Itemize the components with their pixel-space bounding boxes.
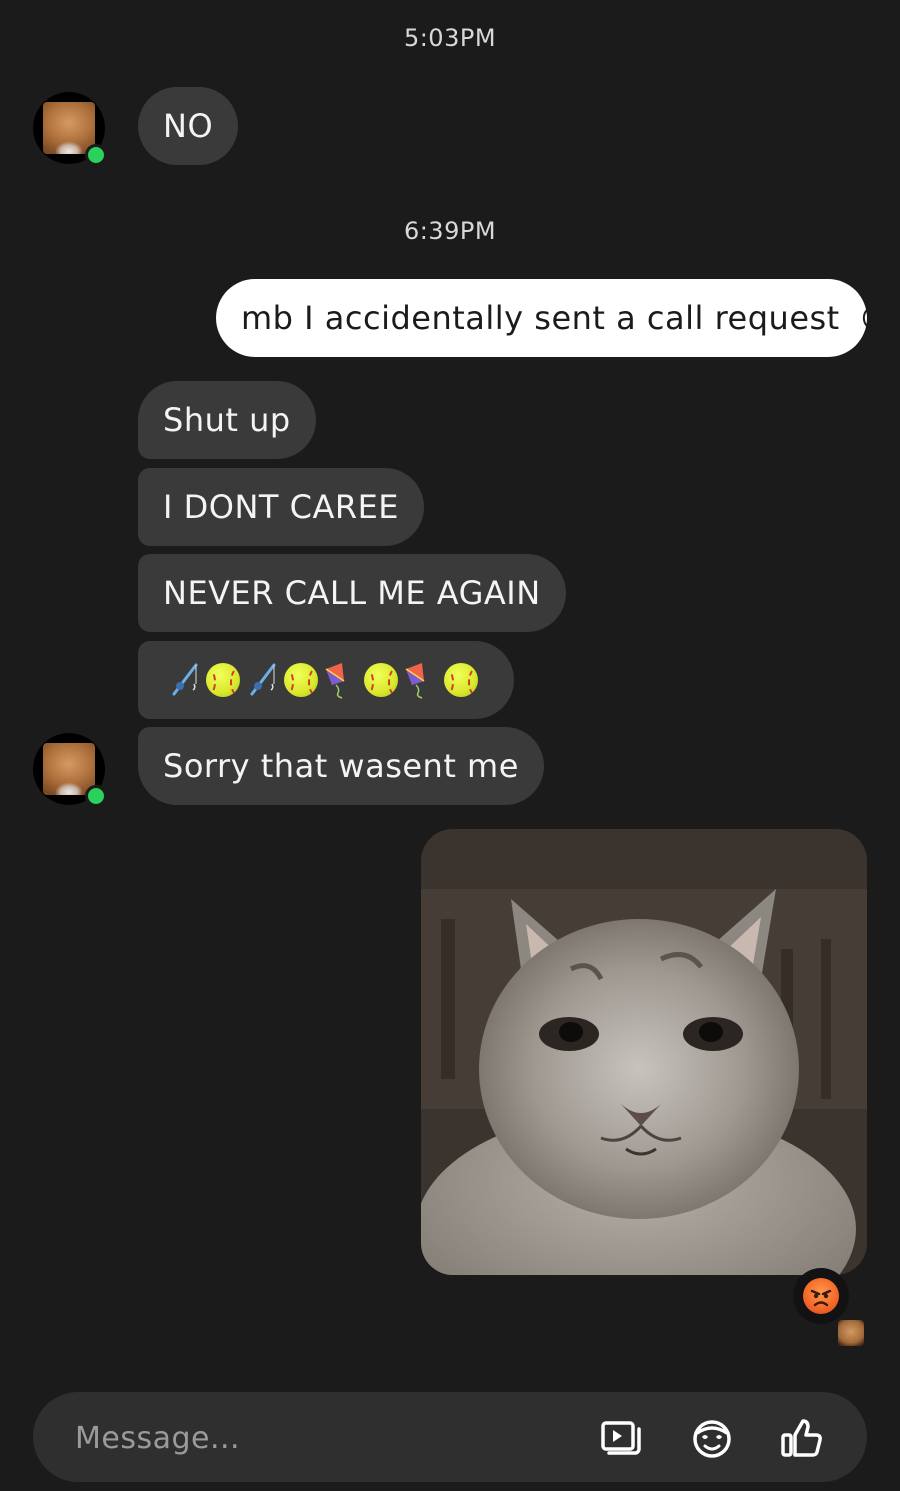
- avatar-image: [43, 743, 95, 795]
- softball-icon: [206, 663, 240, 697]
- online-status-dot: [85, 144, 107, 166]
- softball-icon: [444, 663, 478, 697]
- contact-avatar[interactable]: [33, 92, 107, 166]
- kite-icon: [405, 663, 425, 699]
- timestamp: 6:39PM: [403, 217, 497, 245]
- cat-image: [421, 829, 867, 1275]
- sticker-icon[interactable]: [689, 1415, 735, 1461]
- softball-icon: [284, 663, 318, 697]
- message-input[interactable]: [73, 1392, 577, 1484]
- message-outgoing[interactable]: mb I accidentally sent a call request 😅: [216, 279, 892, 357]
- message-composer: [33, 1392, 867, 1484]
- message-text: mb I accidentally sent a call request: [241, 299, 840, 337]
- message-incoming[interactable]: NO: [138, 87, 239, 165]
- fishing-rod-icon: [250, 663, 276, 696]
- reaction-badge[interactable]: [793, 1268, 849, 1324]
- angry-face-icon: [803, 1278, 839, 1314]
- contact-avatar[interactable]: [33, 733, 107, 807]
- fishing-rod-icon: [172, 663, 198, 696]
- message-incoming[interactable]: I DONT CAREE: [138, 468, 424, 546]
- sweat-smile-emoji: 😅: [860, 302, 893, 337]
- timestamp: 5:03PM: [403, 24, 497, 52]
- avatar-image: [43, 102, 95, 154]
- gallery-icon[interactable]: [598, 1415, 644, 1461]
- message-incoming[interactable]: Sorry that wasent me: [138, 727, 544, 805]
- softball-icon: [364, 663, 398, 697]
- message-incoming[interactable]: Shut up: [138, 381, 316, 459]
- online-status-dot: [85, 785, 107, 807]
- thumbs-up-icon[interactable]: [779, 1415, 825, 1461]
- photo-message[interactable]: [421, 829, 867, 1275]
- message-incoming-emoji[interactable]: [138, 641, 514, 719]
- kite-icon: [325, 663, 345, 699]
- read-receipt-avatar: [838, 1320, 864, 1346]
- message-incoming[interactable]: NEVER CALL ME AGAIN: [138, 554, 566, 632]
